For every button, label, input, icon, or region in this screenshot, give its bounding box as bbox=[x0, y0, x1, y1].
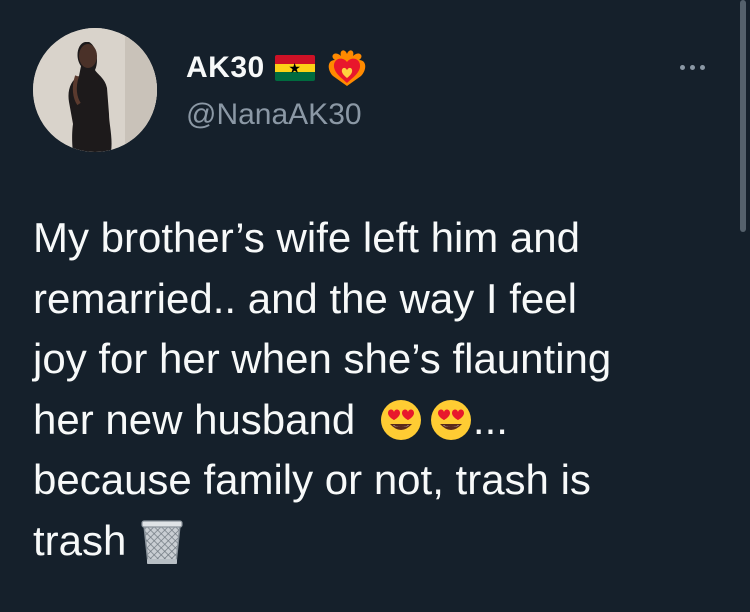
display-name[interactable]: AK30 bbox=[186, 51, 265, 85]
tweet-line-with-emoji: trash bbox=[33, 511, 723, 572]
tweet-line: My brother’s wife left him and bbox=[33, 214, 581, 261]
avatar[interactable] bbox=[33, 28, 157, 152]
dot-icon bbox=[679, 64, 685, 70]
user-handle[interactable]: @NanaAK30 bbox=[186, 98, 362, 132]
dot-icon bbox=[689, 64, 695, 70]
ghana-flag-icon: ★ bbox=[274, 55, 315, 81]
heart-eyes-face-icon bbox=[380, 399, 421, 440]
author-name-row: AK30 ★ bbox=[186, 48, 369, 88]
tweet-line-text: trash bbox=[33, 516, 127, 564]
wastebasket-icon bbox=[141, 519, 183, 564]
tweet-line-with-emojis: her new husband ... bbox=[33, 390, 723, 451]
dot-icon bbox=[699, 64, 705, 70]
heart-on-fire-icon bbox=[328, 50, 365, 86]
tweet-line: because family or not, trash is bbox=[33, 456, 591, 503]
more-options-button[interactable] bbox=[667, 52, 717, 82]
tweet-line: joy for her when she’s flaunting bbox=[33, 335, 612, 382]
ellipsis: ... bbox=[472, 395, 508, 443]
heart-eyes-face-icon bbox=[430, 399, 471, 440]
scrollbar[interactable] bbox=[740, 0, 746, 232]
avatar-photo bbox=[33, 28, 157, 152]
tweet-line-text: her new husband bbox=[33, 395, 356, 443]
tweet-line: remarried.. and the way I feel bbox=[33, 274, 577, 322]
tweet-text: My brother’s wife left him and remarried… bbox=[33, 208, 723, 571]
